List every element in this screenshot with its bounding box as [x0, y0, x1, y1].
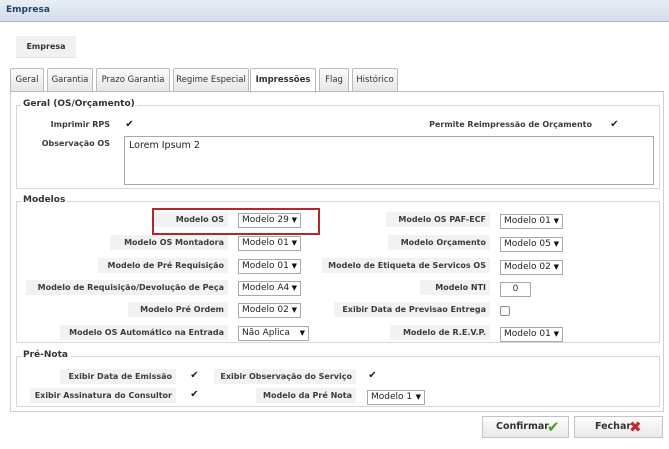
- chevron-down-icon: ▼: [291, 239, 297, 247]
- modelo-pre-ordem-label: Modelo Pré Ordem: [128, 302, 228, 317]
- window-titlebar: Empresa: [0, 0, 669, 22]
- tab-historico[interactable]: Histórico: [352, 68, 398, 91]
- chevron-down-icon: ▼: [291, 306, 297, 314]
- chevron-down-icon: ▼: [291, 284, 297, 292]
- exibir-assinatura-checkbox[interactable]: ✔: [189, 390, 200, 401]
- confirmar-button[interactable]: Confirmar ✔: [482, 416, 569, 438]
- modelo-os-automatico-select[interactable]: Não Aplica ▼: [238, 326, 309, 341]
- permite-reimpressao-checkbox[interactable]: ✔: [609, 120, 620, 131]
- section-prenota-legend: Pré-Nota: [21, 350, 70, 360]
- modelo-pre-ordem-select[interactable]: Modelo 02 ▼: [238, 303, 301, 318]
- tab-flag[interactable]: Flag: [319, 68, 349, 91]
- chevron-down-icon: ▼: [553, 240, 559, 248]
- modelo-nti-label: Modelo NTI: [420, 280, 490, 295]
- fechar-label: Fechar: [595, 421, 632, 432]
- modelo-os-paf-ecf-label: Modelo OS PAF-ECF: [386, 212, 490, 227]
- exibir-data-emissao-label: Exibir Data de Emissão: [60, 369, 176, 384]
- modelo-orcamento-label: Modelo Orçamento: [388, 235, 490, 250]
- modelo-os-montadora-label: Modelo OS Montadora: [110, 235, 228, 250]
- modelo-os-automatico-label: Modelo OS Automático na Entrada: [60, 325, 228, 340]
- modelo-pre-nota-value: Modelo 1: [371, 392, 413, 402]
- chevron-down-icon: ▼: [299, 329, 305, 337]
- tab-impressoes[interactable]: Impressões: [250, 68, 316, 93]
- modelo-os-montadora-select[interactable]: Modelo 01 ▼: [238, 236, 301, 251]
- modelo-orcamento-value: Modelo 05: [504, 239, 551, 249]
- highlight-box: [152, 208, 320, 235]
- exibir-data-previsao-checkbox[interactable]: [500, 306, 510, 316]
- modelo-os-montadora-value: Modelo 01: [242, 238, 289, 248]
- modelo-etiqueta-value: Modelo 02: [504, 262, 551, 272]
- modelo-os-automatico-value: Não Aplica: [242, 328, 290, 338]
- exibir-data-previsao-label: Exibir Data de Previsao Entrega: [334, 302, 490, 317]
- modelo-nti-input[interactable]: 0: [500, 282, 531, 297]
- modelo-etiqueta-select[interactable]: Modelo 02 ▼: [500, 260, 563, 275]
- imprimir-rps-checkbox[interactable]: ✔: [124, 120, 135, 131]
- modelo-revp-value: Modelo 01: [504, 329, 551, 339]
- chevron-down-icon: ▼: [553, 330, 559, 338]
- breadcrumb[interactable]: Empresa: [16, 36, 76, 58]
- tab-geral[interactable]: Geral: [10, 68, 44, 91]
- observacao-os-textarea[interactable]: Lorem Ipsum 2: [124, 136, 654, 185]
- chevron-down-icon: ▼: [553, 263, 559, 271]
- modelo-requisicao-devolucao-select[interactable]: Modelo A4 ▼: [238, 281, 301, 296]
- modelo-etiqueta-label: Modelo de Etiqueta de Servicos OS: [322, 258, 490, 273]
- window-title: Empresa: [6, 5, 50, 15]
- modelo-revp-label: Modelo de R.E.V.P.: [390, 325, 490, 340]
- modelo-pre-requisicao-value: Modelo 01: [242, 261, 289, 271]
- tab-prazo-garantia[interactable]: Prazo Garantia: [96, 68, 170, 91]
- modelo-revp-select[interactable]: Modelo 01 ▼: [500, 327, 563, 342]
- chevron-down-icon: ▼: [415, 393, 421, 401]
- chevron-down-icon: ▼: [553, 217, 559, 225]
- observacao-os-label: Observação OS: [41, 139, 110, 148]
- modelo-os-paf-ecf-select[interactable]: Modelo 01 ▼: [500, 214, 563, 229]
- modelo-orcamento-select[interactable]: Modelo 05 ▼: [500, 237, 563, 252]
- confirmar-label: Confirmar: [496, 421, 549, 432]
- modelo-pre-requisicao-label: Modelo de Pré Requisição: [98, 258, 228, 273]
- modelo-requisicao-devolucao-value: Modelo A4: [242, 283, 290, 293]
- modelo-os-paf-ecf-value: Modelo 01: [504, 216, 551, 226]
- permite-reimpressao-label: Permite Reimpressão de Orçamento: [429, 120, 592, 129]
- check-icon: ✔: [547, 418, 560, 436]
- exibir-assinatura-label: Exibir Assinatura do Consultor: [30, 388, 176, 403]
- exibir-data-emissao-checkbox[interactable]: ✔: [189, 371, 200, 382]
- modelo-pre-ordem-value: Modelo 02: [242, 305, 289, 315]
- exibir-observacao-servico-label: Exibir Observação do Serviço: [214, 369, 356, 384]
- tab-garantia[interactable]: Garantia: [47, 68, 93, 91]
- chevron-down-icon: ▼: [291, 262, 297, 270]
- modelo-requisicao-devolucao-label: Modelo de Requisição/Devolução de Peça: [26, 280, 228, 295]
- modelo-pre-nota-label: Modelo da Pré Nota: [256, 388, 356, 403]
- modelo-pre-nota-select[interactable]: Modelo 1 ▼: [367, 390, 425, 405]
- close-icon: ✖: [629, 418, 642, 436]
- exibir-observacao-servico-checkbox[interactable]: ✔: [367, 371, 378, 382]
- fechar-button[interactable]: Fechar ✖: [574, 416, 663, 438]
- section-geral-legend: Geral (OS/Orçamento): [21, 99, 137, 109]
- imprimir-rps-label: Imprimir RPS: [50, 120, 110, 129]
- section-modelos-legend: Modelos: [21, 195, 68, 205]
- tab-regime-especial[interactable]: Regime Especial: [173, 68, 249, 91]
- modelo-pre-requisicao-select[interactable]: Modelo 01 ▼: [238, 259, 301, 274]
